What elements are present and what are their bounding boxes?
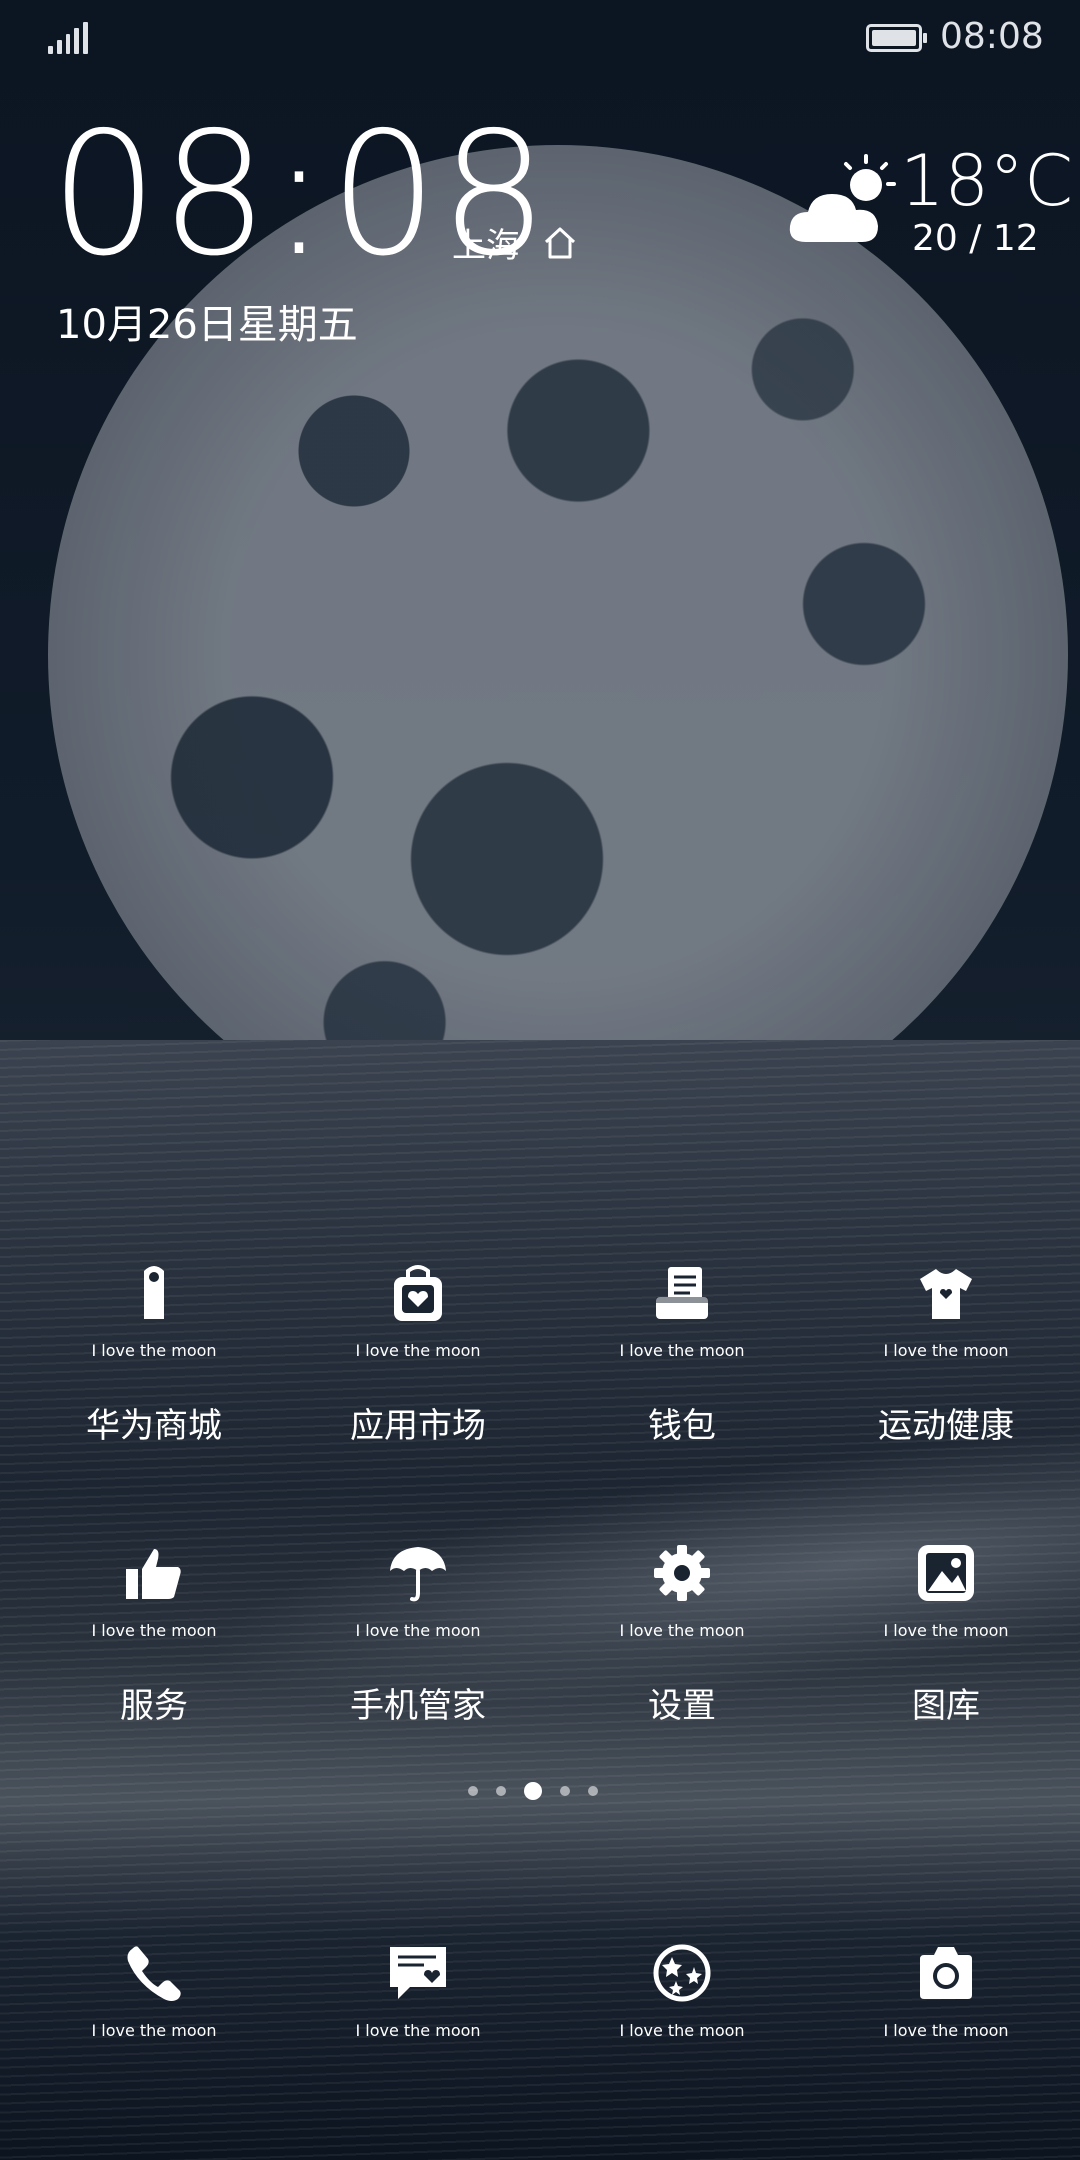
app-sublabel: I love the moon: [355, 1621, 481, 1640]
app-sublabel: I love the moon: [619, 1341, 745, 1360]
app-sublabel: I love the moon: [91, 1621, 217, 1640]
tshirt-heart-icon: [920, 1269, 972, 1319]
dock-browser[interactable]: I love the moon: [572, 1943, 792, 2040]
phone-icon: [127, 1946, 181, 2001]
app-sublabel: I love the moon: [619, 1621, 745, 1640]
dock-messages[interactable]: I love the moon: [308, 1943, 528, 2040]
app-huawei-store[interactable]: I love the moon 华为商城: [44, 1263, 264, 1447]
app-sublabel: I love the moon: [883, 1621, 1009, 1640]
signal-icon: [48, 22, 88, 54]
clock-city[interactable]: 上海: [452, 218, 578, 267]
umbrella-icon: [390, 1547, 446, 1602]
page-indicator[interactable]: [468, 1782, 598, 1800]
city-label: 上海: [452, 226, 520, 266]
weather-range: 20 / 12: [912, 218, 1039, 259]
camera-icon: [920, 1947, 972, 1999]
star-circle-icon: [653, 1944, 711, 2002]
cloud-sun-icon[interactable]: [786, 150, 906, 250]
app-sublabel: I love the moon: [91, 1341, 217, 1360]
app-label: 服务: [120, 1686, 188, 1726]
status-bar: 08:08: [0, 0, 1080, 80]
app-label: 设置: [648, 1686, 716, 1726]
app-label: 钱包: [648, 1406, 716, 1446]
message-heart-icon: [390, 1947, 446, 1999]
home-icon: [544, 227, 576, 258]
app-sublabel: I love the moon: [355, 1341, 481, 1360]
picture-icon: [918, 1545, 974, 1601]
app-sublabel: I love the moon: [883, 2021, 1009, 2040]
app-gallery[interactable]: I love the moon 图库: [836, 1543, 1056, 1727]
status-time: 08:08: [940, 16, 1044, 57]
page-dot[interactable]: [560, 1786, 570, 1796]
app-sublabel: I love the moon: [91, 2021, 217, 2040]
app-label: 应用市场: [350, 1406, 486, 1446]
app-label: 华为商城: [86, 1406, 222, 1446]
page-dot[interactable]: [588, 1786, 598, 1796]
page-dot-active[interactable]: [524, 1782, 542, 1800]
app-sublabel: I love the moon: [355, 2021, 481, 2040]
app-settings[interactable]: I love the moon 设置: [572, 1543, 792, 1727]
battery-icon: [866, 24, 927, 52]
wallet-receipt-icon: [656, 1267, 708, 1319]
weather-temperature[interactable]: 18°C: [900, 140, 1073, 222]
app-sublabel: I love the moon: [883, 1341, 1009, 1360]
app-label: 手机管家: [350, 1686, 486, 1726]
app-label: 运动健康: [878, 1406, 1014, 1446]
thumbs-up-icon: [126, 1549, 181, 1599]
shopping-bag-heart-icon: [394, 1265, 442, 1321]
dock-camera[interactable]: I love the moon: [836, 1943, 1056, 2040]
app-sublabel: I love the moon: [619, 2021, 745, 2040]
gear-icon: [654, 1545, 710, 1601]
app-label: 图库: [912, 1686, 980, 1726]
app-phone-manager[interactable]: I love the moon 手机管家: [308, 1543, 528, 1727]
door-hanger-icon: [144, 1266, 164, 1319]
page-dot[interactable]: [468, 1786, 478, 1796]
clock-date[interactable]: 10月26日星期五: [56, 292, 358, 350]
dock-phone[interactable]: I love the moon: [44, 1943, 264, 2040]
app-app-market[interactable]: I love the moon 应用市场: [308, 1263, 528, 1447]
app-services[interactable]: I love the moon 服务: [44, 1543, 264, 1727]
app-health[interactable]: I love the moon 运动健康: [836, 1263, 1056, 1447]
page-dot[interactable]: [496, 1786, 506, 1796]
app-wallet[interactable]: I love the moon 钱包: [572, 1263, 792, 1447]
